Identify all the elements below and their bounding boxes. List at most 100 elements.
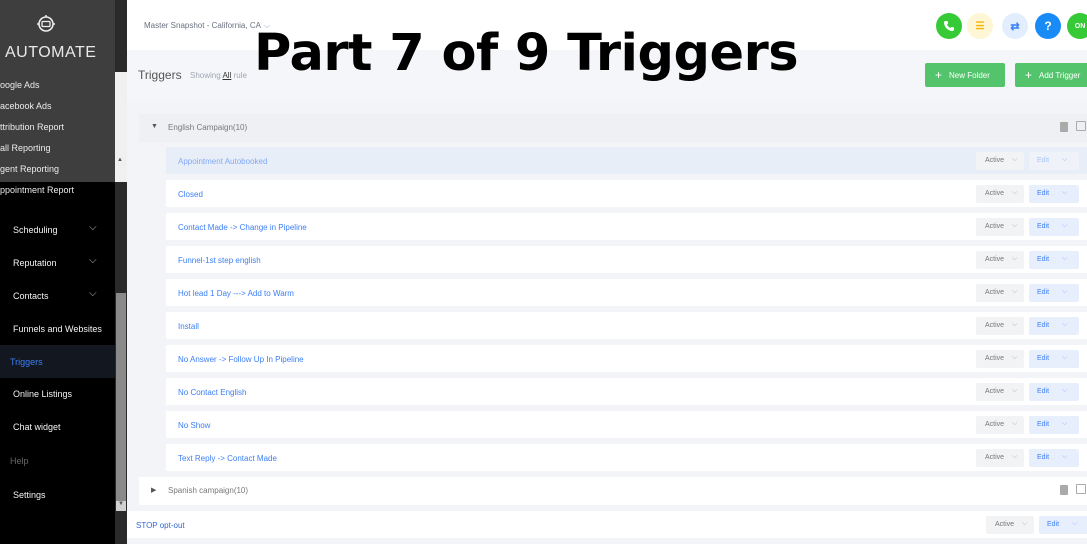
chevron-down-icon: ⌵ [1062,387,1068,394]
table-row[interactable]: Install Active ⌵ Edit ⌵ [166,312,1087,339]
caret-right-icon[interactable]: ▶ [151,486,156,494]
sidebar-item-funnels[interactable]: Funnels and Websites [0,312,115,345]
filter-all-link[interactable]: All [222,71,231,80]
switch-button[interactable]: ⇄ [1002,13,1028,39]
chevron-down-icon: ⌵ [89,255,97,266]
edit-label: Edit [1037,289,1050,296]
edit-button[interactable]: Edit ⌵ [1029,449,1079,467]
edit-button[interactable]: Edit ⌵ [1029,185,1079,203]
status-dropdown[interactable]: Active ⌵ [976,449,1024,467]
table-row[interactable]: Closed Active ⌵ Edit ⌵ [166,180,1087,207]
edit-folder-icon[interactable] [1076,484,1086,494]
caret-down-icon[interactable]: ▼ [151,123,158,130]
edit-button[interactable]: Edit ⌵ [1029,251,1079,269]
sidebar-item-settings[interactable]: Settings [0,478,115,511]
sidebar-item-help[interactable]: Help [0,444,115,477]
trigger-name[interactable]: Appointment Autobooked [178,157,267,166]
sidebar-item-scheduling[interactable]: Scheduling ⌵ [0,213,115,246]
report-appointment[interactable]: ppointment Report [0,185,74,195]
scroll-down-arrow-icon[interactable]: ▼ [116,501,126,511]
trigger-name[interactable]: No Answer -> Follow Up In Pipeline [178,355,304,364]
sidebar-item-triggers[interactable]: Triggers [0,345,115,378]
report-google-ads[interactable]: oogle Ads [0,80,40,90]
table-row[interactable]: Appointment Autobooked Active ⌵ Edit ⌵ [166,147,1087,174]
table-row[interactable]: No Contact English Active ⌵ Edit ⌵ [166,378,1087,405]
status-value: Active [985,454,1005,461]
account-switcher[interactable]: Master Snapshot - California, CA ⌵ [144,21,270,31]
status-dropdown[interactable]: Active ⌵ [976,251,1024,269]
new-folder-button[interactable]: + New Folder [925,63,1005,87]
sidebar-item-online-listings[interactable]: Online Listings [0,377,115,410]
report-agent-reporting[interactable]: gent Reporting [0,164,59,174]
edit-label: Edit [1037,322,1050,329]
table-row[interactable]: Funnel-1st step english Active ⌵ Edit ⌵ [166,246,1087,273]
trash-icon[interactable] [1060,122,1068,132]
edit-label: Edit [1037,256,1050,263]
report-call-reporting[interactable]: all Reporting [0,143,51,153]
account-name: Master Snapshot - California, CA [144,21,261,30]
table-row[interactable]: No Show Active ⌵ Edit ⌵ [166,411,1087,438]
report-attribution[interactable]: ttribution Report [0,122,64,132]
scrollbar-thumb[interactable] [116,293,126,501]
status-dropdown[interactable]: Active ⌵ [976,317,1024,335]
edit-label: Edit [1037,223,1050,230]
table-row[interactable]: Hot lead 1 Day ---> Add to Warm Active ⌵ … [166,279,1087,306]
status-dropdown[interactable]: Active ⌵ [976,284,1024,302]
chevron-down-icon: ⌵ [1012,288,1018,295]
status-dropdown[interactable]: Active ⌵ [976,383,1024,401]
status-dropdown[interactable]: Active ⌵ [976,218,1024,236]
trigger-name[interactable]: No Contact English [178,388,246,397]
edit-button[interactable]: Edit ⌵ [1029,152,1079,170]
edit-button[interactable]: Edit ⌵ [1029,350,1079,368]
edit-button[interactable]: Edit ⌵ [1029,416,1079,434]
reports-scrollbar[interactable]: ▲ [115,72,127,182]
edit-button[interactable]: Edit ⌵ [1029,383,1079,401]
status-dropdown[interactable]: Active ⌵ [976,185,1024,203]
report-facebook-ads[interactable]: acebook Ads [0,101,52,111]
status-dropdown[interactable]: Active ⌵ [986,516,1034,534]
edit-button[interactable]: Edit ⌵ [1029,284,1079,302]
overlay-banner-title: Part 7 of 9 Triggers [254,24,799,83]
tasks-button[interactable]: ☰ [967,13,993,39]
edit-button[interactable]: Edit ⌵ [1029,218,1079,236]
table-row[interactable]: No Answer -> Follow Up In Pipeline Activ… [166,345,1087,372]
nav-bullet-icon [0,291,3,300]
sidebar-item-contacts[interactable]: Contacts ⌵ [0,279,115,312]
chevron-down-icon: ⌵ [89,222,97,233]
edit-button[interactable]: Edit ⌵ [1039,516,1087,534]
avatar[interactable]: ON [1067,13,1087,39]
trigger-name[interactable]: No Show [178,421,210,430]
trigger-name[interactable]: Closed [178,190,203,199]
chevron-down-icon: ⌵ [1012,156,1018,163]
scroll-up-arrow-icon[interactable]: ▲ [117,157,123,163]
edit-button[interactable]: Edit ⌵ [1029,317,1079,335]
sidebar-item-reputation[interactable]: Reputation ⌵ [0,246,115,279]
status-dropdown[interactable]: Active ⌵ [976,416,1024,434]
add-trigger-button[interactable]: + Add Trigger [1015,63,1087,87]
phone-button[interactable] [936,13,962,39]
sidebar-scrollbar[interactable]: ▲ ▼ [115,0,127,544]
chevron-down-icon: ⌵ [1012,420,1018,427]
folder-name: Spanish campaign(10) [168,486,249,495]
chevron-down-icon: ⌵ [1062,222,1068,229]
folder-spanish-campaign[interactable]: ▶ Spanish campaign(10) [139,477,1087,505]
trigger-name[interactable]: Text Reply -> Contact Made [178,454,277,463]
folder-english-campaign[interactable]: ▼ English Campaign(10) [139,114,1087,142]
trigger-name[interactable]: STOP opt-out [136,521,185,530]
trigger-name[interactable]: Install [178,322,199,331]
trash-icon[interactable] [1060,485,1068,495]
help-button[interactable]: ? [1035,13,1061,39]
edit-folder-icon[interactable] [1076,121,1086,131]
status-value: Active [985,289,1005,296]
table-row[interactable]: Contact Made -> Change in Pipeline Activ… [166,213,1087,240]
phone-icon [944,21,954,31]
trigger-name[interactable]: Contact Made -> Change in Pipeline [178,223,307,232]
trigger-name[interactable]: Funnel-1st step english [178,256,261,265]
sidebar-item-chat-widget[interactable]: Chat widget [0,410,115,443]
table-row[interactable]: Text Reply -> Contact Made Active ⌵ Edit ⌵ [166,444,1087,471]
trigger-name[interactable]: Hot lead 1 Day ---> Add to Warm [178,289,294,298]
status-dropdown[interactable]: Active ⌵ [976,152,1024,170]
status-dropdown[interactable]: Active ⌵ [976,350,1024,368]
table-row[interactable]: STOP opt-out Active ⌵ Edit ⌵ [127,511,1087,538]
status-value: Active [985,157,1005,164]
